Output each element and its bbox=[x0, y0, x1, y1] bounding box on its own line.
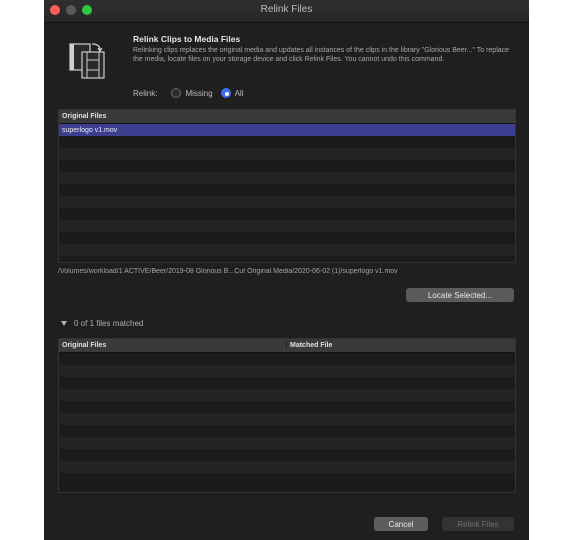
matched-files-table[interactable]: Original Files Matched File bbox=[58, 338, 516, 493]
empty-row bbox=[59, 172, 515, 184]
empty-row bbox=[59, 184, 515, 196]
empty-row bbox=[59, 136, 515, 148]
empty-row bbox=[59, 196, 515, 208]
matched-disclosure[interactable]: 0 of 1 files matched bbox=[61, 319, 143, 328]
selected-file-path: /Volumes/workload/1 ACTIVE/Beer/2019-08 … bbox=[58, 268, 398, 275]
relink-options: Relink: Missing All bbox=[133, 86, 251, 100]
relink-missing-option[interactable]: Missing bbox=[171, 88, 213, 98]
empty-row bbox=[59, 148, 515, 160]
empty-row bbox=[59, 473, 515, 485]
missing-radio[interactable] bbox=[171, 88, 182, 98]
empty-row bbox=[59, 425, 515, 437]
matched-count: 0 of 1 files matched bbox=[74, 319, 144, 328]
empty-row bbox=[59, 160, 515, 172]
empty-row bbox=[59, 220, 515, 232]
empty-row bbox=[59, 377, 515, 389]
empty-row bbox=[59, 401, 515, 413]
cancel-button[interactable]: Cancel bbox=[374, 517, 428, 531]
empty-row bbox=[59, 365, 515, 377]
document-stack-icon bbox=[69, 43, 105, 79]
locate-selected-button[interactable]: Locate Selected... bbox=[406, 288, 514, 302]
title-bar: Relink Files bbox=[44, 0, 529, 23]
empty-row bbox=[59, 413, 515, 425]
relink-label: Relink: bbox=[133, 88, 158, 98]
table-row[interactable]: superlogo v1.mov bbox=[59, 124, 515, 136]
empty-row bbox=[59, 244, 515, 256]
column-header-matched-file[interactable]: Matched File bbox=[287, 342, 515, 349]
original-files-table[interactable]: Original Files superlogo v1.mov bbox=[58, 109, 516, 263]
all-label: All bbox=[234, 88, 244, 98]
column-header-original-files[interactable]: Original Files bbox=[59, 113, 106, 120]
file-name: superlogo v1.mov bbox=[62, 126, 118, 134]
disclosure-triangle-icon[interactable] bbox=[61, 321, 67, 326]
relink-all-option[interactable]: All bbox=[220, 88, 244, 98]
empty-row bbox=[59, 449, 515, 461]
empty-row bbox=[59, 437, 515, 449]
empty-row bbox=[59, 389, 515, 401]
column-header-original-files[interactable]: Original Files bbox=[59, 342, 287, 349]
relink-files-dialog: Relink Files Relink Clips to Media Files… bbox=[44, 0, 529, 540]
all-radio[interactable] bbox=[220, 88, 231, 98]
empty-row bbox=[59, 353, 515, 365]
table-header: Original Files Matched File bbox=[59, 339, 515, 353]
empty-row bbox=[59, 461, 515, 473]
dialog-heading: Relink Clips to Media Files bbox=[133, 34, 241, 44]
table-header: Original Files bbox=[59, 110, 515, 124]
missing-label: Missing bbox=[185, 88, 213, 98]
empty-row bbox=[59, 208, 515, 220]
dialog-description: Relinking clips replaces the original me… bbox=[133, 47, 510, 63]
window-title: Relink Files bbox=[260, 4, 313, 15]
empty-row bbox=[59, 232, 515, 244]
relink-files-button[interactable]: Relink Files bbox=[442, 517, 514, 531]
